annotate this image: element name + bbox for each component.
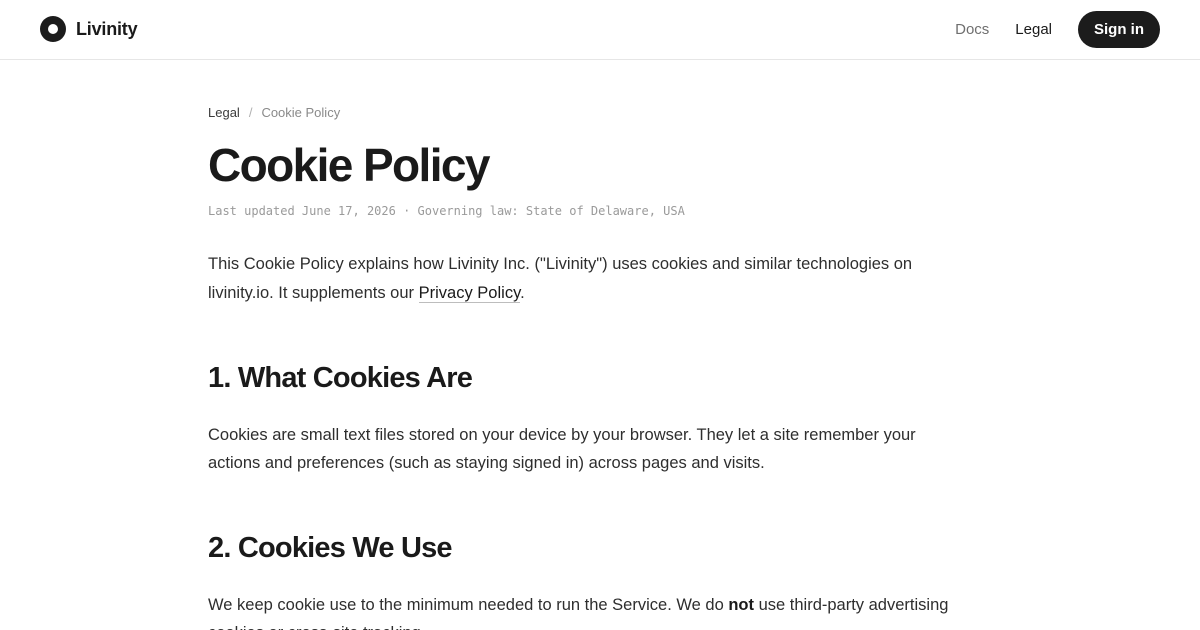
- cookies-we-use-text: We keep cookie use to the minimum needed…: [208, 596, 729, 614]
- nav-link-docs[interactable]: Docs: [955, 21, 989, 38]
- intro-text-end: .: [520, 284, 525, 302]
- top-navigation-bar: Livinity Docs Legal Sign in: [0, 0, 1200, 60]
- privacy-policy-link[interactable]: Privacy Policy: [418, 284, 521, 303]
- section-body-cookies-we-use: We keep cookie use to the minimum needed…: [208, 591, 958, 630]
- last-updated-meta: Last updated June 17, 2026 · Governing l…: [208, 204, 685, 218]
- emphasis-not: not: [728, 596, 754, 614]
- intro-text: This Cookie Policy explains how Livinity…: [208, 255, 913, 302]
- page-title: Cookie Policy: [208, 139, 490, 191]
- livinity-logo-icon: [40, 16, 66, 42]
- section-heading-cookies-we-use: 2. Cookies We Use: [208, 532, 453, 564]
- brand-name: Livinity: [76, 18, 138, 39]
- breadcrumb-separator: /: [248, 105, 253, 120]
- sign-in-button[interactable]: Sign in: [1078, 11, 1160, 48]
- brand[interactable]: Livinity: [40, 16, 138, 42]
- section-body-what-cookies-are: Cookies are small text files stored on y…: [208, 426, 916, 472]
- breadcrumb: Legal / Cookie Policy: [208, 105, 340, 120]
- breadcrumb-link-legal[interactable]: Legal: [208, 105, 240, 120]
- header-nav: Docs Legal Sign in: [955, 11, 1160, 48]
- breadcrumb-current: Cookie Policy: [261, 105, 341, 120]
- section-heading-what-cookies-are: 1. What Cookies Are: [208, 362, 473, 394]
- nav-link-legal[interactable]: Legal: [1015, 21, 1052, 38]
- intro-paragraph: This Cookie Policy explains how Livinity…: [208, 250, 958, 308]
